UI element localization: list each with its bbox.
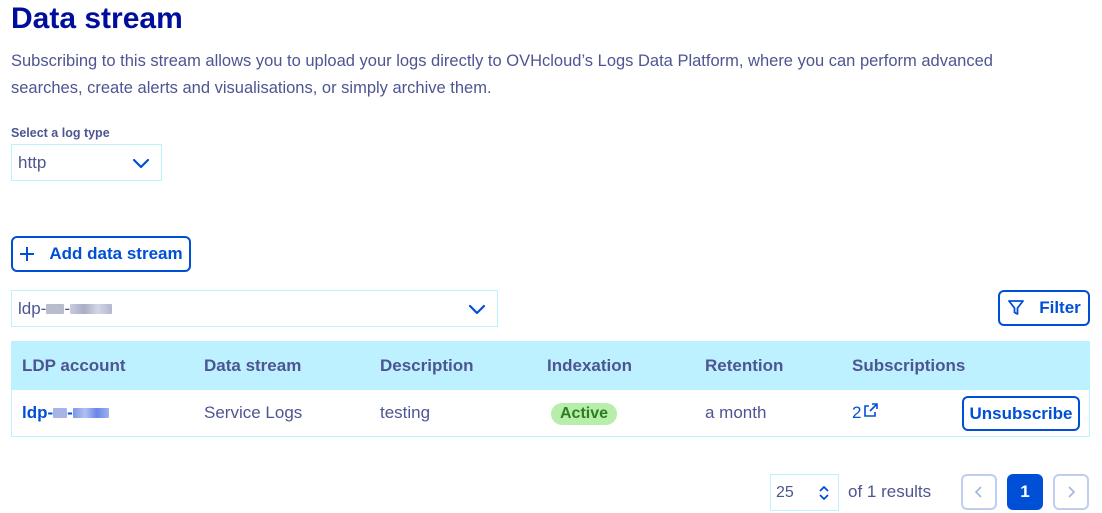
log-type-select[interactable]: http <box>11 144 162 181</box>
next-page-button[interactable] <box>1053 474 1089 510</box>
previous-page-button[interactable] <box>961 474 997 510</box>
plus-icon <box>20 247 35 261</box>
account-select-prefix: ldp- <box>18 298 47 318</box>
filter-button[interactable]: Filter <box>998 290 1090 326</box>
column-header: Subscriptions <box>852 356 966 375</box>
column-header: Data stream <box>204 356 302 375</box>
chevron-down-icon <box>132 158 150 168</box>
page-size-value: 25 <box>776 483 794 501</box>
status-badge: Active <box>551 403 618 425</box>
add-data-stream-label: Add data stream <box>49 244 183 263</box>
indexation-cell: Active <box>551 390 618 436</box>
redacted-text <box>70 303 113 314</box>
sort-arrows-icon <box>819 485 829 500</box>
redacted-text <box>72 408 109 418</box>
chevron-down-icon <box>468 304 486 314</box>
column-header: Indexation <box>547 356 633 375</box>
data-stream-cell: Service Logs <box>204 403 303 422</box>
filter-icon <box>1008 300 1025 315</box>
redacted-text <box>46 303 65 314</box>
unsubscribe-button[interactable]: Unsubscribe <box>962 396 1080 431</box>
page-description: Subscribing to this stream allows you to… <box>11 52 993 97</box>
results-count: of 1 results <box>848 482 932 501</box>
log-type-value: http <box>18 152 47 172</box>
chevron-right-icon <box>1068 486 1076 498</box>
page-button-current[interactable]: 1 <box>1007 474 1043 510</box>
ldp-account-prefix: ldp- <box>22 403 54 422</box>
column-header: Description <box>380 356 474 375</box>
log-type-label: Select a log type <box>11 126 110 140</box>
column-header: LDP account <box>22 356 126 375</box>
add-data-stream-button[interactable]: Add data stream <box>11 236 191 272</box>
description-cell: testing <box>380 403 431 422</box>
chevron-left-icon <box>974 486 982 498</box>
page-title: Data stream <box>11 2 183 35</box>
external-link-icon <box>864 403 879 417</box>
redacted-text <box>53 408 68 418</box>
retention-cell: a month <box>705 403 767 422</box>
data-stream-table: LDP account Data stream Description Inde… <box>11 341 1090 437</box>
table-header: LDP account Data stream Description Inde… <box>12 342 1089 390</box>
page-size-select[interactable]: 25 <box>770 474 839 511</box>
ldp-account-link[interactable]: ldp- - <box>22 390 109 436</box>
subscriptions-count: 2 <box>852 403 862 422</box>
account-select[interactable]: ldp- - <box>11 290 498 327</box>
column-header: Retention <box>705 356 784 375</box>
filter-label: Filter <box>1039 298 1081 317</box>
subscriptions-link[interactable]: 2 <box>852 390 879 436</box>
